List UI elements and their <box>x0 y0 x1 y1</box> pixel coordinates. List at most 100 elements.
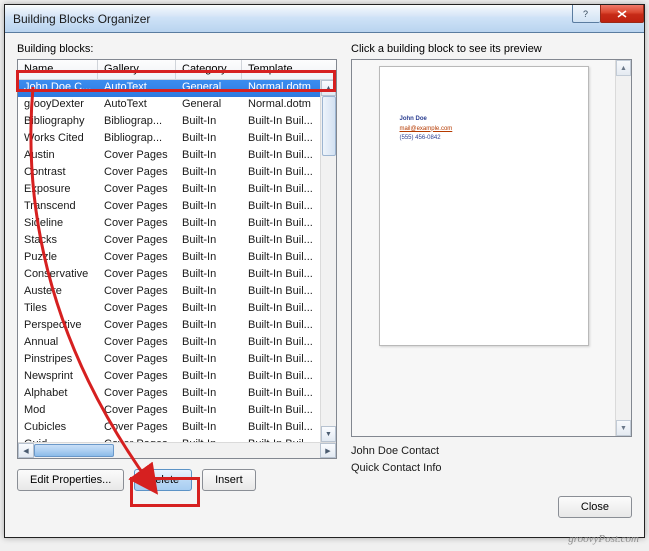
cell-template: Normal.dotm <box>242 80 320 97</box>
cell-template: Built-In Buil... <box>242 403 320 420</box>
cell-category: Built-In <box>176 352 242 369</box>
vertical-scrollbar[interactable]: ▲ ▼ <box>320 80 336 442</box>
cell-name: Transcend <box>18 199 98 216</box>
column-header-template[interactable]: Template <box>242 60 336 79</box>
insert-button[interactable]: Insert <box>202 469 256 491</box>
cell-category: Built-In <box>176 114 242 131</box>
table-row[interactable]: PerspectiveCover PagesBuilt-InBuilt-In B… <box>18 318 320 335</box>
column-header-gallery[interactable]: Gallery <box>98 60 176 79</box>
help-icon: ? <box>582 9 592 19</box>
cell-category: Built-In <box>176 165 242 182</box>
cell-name: Works Cited <box>18 131 98 148</box>
cell-gallery: Cover Pages <box>98 233 176 250</box>
table-row[interactable]: BibliographyBibliograp...Built-InBuilt-I… <box>18 114 320 131</box>
dialog-window: Building Blocks Organizer ? Building blo… <box>4 4 645 538</box>
table-row[interactable]: NewsprintCover PagesBuilt-InBuilt-In Bui… <box>18 369 320 386</box>
table-row[interactable]: CubiclesCover PagesBuilt-InBuilt-In Buil… <box>18 420 320 437</box>
table-row[interactable]: AnnualCover PagesBuilt-InBuilt-In Buil..… <box>18 335 320 352</box>
cell-name: Mod <box>18 403 98 420</box>
column-header-category[interactable]: Category <box>176 60 242 79</box>
cell-template: Built-In Buil... <box>242 369 320 386</box>
cell-template: Built-In Buil... <box>242 420 320 437</box>
cell-gallery: Cover Pages <box>98 148 176 165</box>
cell-gallery: Cover Pages <box>98 420 176 437</box>
cell-category: Built-In <box>176 420 242 437</box>
preview-info: John Doe Contact Quick Contact Info <box>351 443 632 476</box>
cell-template: Built-In Buil... <box>242 301 320 318</box>
cell-name: Stacks <box>18 233 98 250</box>
cell-gallery: Cover Pages <box>98 250 176 267</box>
table-row[interactable]: AlphabetCover PagesBuilt-InBuilt-In Buil… <box>18 386 320 403</box>
edit-properties-button[interactable]: Edit Properties... <box>17 469 124 491</box>
cell-gallery: Bibliograp... <box>98 114 176 131</box>
cell-name: Cubicles <box>18 420 98 437</box>
cell-gallery: Cover Pages <box>98 182 176 199</box>
cell-template: Built-In Buil... <box>242 386 320 403</box>
cell-category: Built-In <box>176 335 242 352</box>
cell-category: Built-In <box>176 148 242 165</box>
cell-name: Contrast <box>18 165 98 182</box>
table-row[interactable]: PuzzleCover PagesBuilt-InBuilt-In Buil..… <box>18 250 320 267</box>
preview-scroll-up[interactable]: ▲ <box>616 60 631 76</box>
watermark: groovyPost.com <box>568 533 639 545</box>
scroll-right-button[interactable]: ▶ <box>320 443 336 458</box>
cell-gallery: Cover Pages <box>98 199 176 216</box>
preview-phone-line: (555) 456-0842 <box>400 134 568 144</box>
column-header-name[interactable]: Name <box>18 60 98 79</box>
cell-name: Puzzle <box>18 250 98 267</box>
cell-name: Bibliography <box>18 114 98 131</box>
cell-template: Built-In Buil... <box>242 114 320 131</box>
cell-gallery: Cover Pages <box>98 386 176 403</box>
table-row[interactable]: SidelineCover PagesBuilt-InBuilt-In Buil… <box>18 216 320 233</box>
cell-name: Conservative <box>18 267 98 284</box>
cell-category: Built-In <box>176 301 242 318</box>
horizontal-scrollbar[interactable]: ◀ ▶ <box>18 442 336 458</box>
cell-name: grooyDexter <box>18 97 98 114</box>
table-row[interactable]: AustereCover PagesBuilt-InBuilt-In Buil.… <box>18 284 320 301</box>
table-row[interactable]: ExposureCover PagesBuilt-InBuilt-In Buil… <box>18 182 320 199</box>
close-button[interactable]: Close <box>558 496 632 518</box>
preview-name-line: John Doe <box>400 115 568 125</box>
table-row[interactable]: grooyDexterAutoTextGeneralNormal.dotm <box>18 97 320 114</box>
delete-button[interactable]: Delete <box>134 469 192 491</box>
cell-template: Built-In Buil... <box>242 267 320 284</box>
scroll-left-button[interactable]: ◀ <box>18 443 34 458</box>
preview-scrollbar[interactable]: ▲ ▼ <box>615 60 631 436</box>
table-row[interactable]: John Doe C...AutoTextGeneralNormal.dotm <box>18 80 320 97</box>
scroll-down-button[interactable]: ▼ <box>321 426 336 442</box>
window-close-button[interactable] <box>600 5 644 23</box>
table-row[interactable]: TilesCover PagesBuilt-InBuilt-In Buil... <box>18 301 320 318</box>
svg-text:?: ? <box>583 9 588 19</box>
help-button[interactable]: ? <box>572 5 600 23</box>
cell-template: Built-In Buil... <box>242 199 320 216</box>
cell-gallery: Cover Pages <box>98 352 176 369</box>
table-row[interactable]: ModCover PagesBuilt-InBuilt-In Buil... <box>18 403 320 420</box>
cell-gallery: Cover Pages <box>98 284 176 301</box>
column-header-row: Name Gallery Category Template <box>18 60 336 80</box>
cell-name: Austere <box>18 284 98 301</box>
table-row[interactable]: Works CitedBibliograp...Built-InBuilt-In… <box>18 131 320 148</box>
table-row[interactable]: TranscendCover PagesBuilt-InBuilt-In Bui… <box>18 199 320 216</box>
cell-category: General <box>176 97 242 114</box>
table-row[interactable]: StacksCover PagesBuilt-InBuilt-In Buil..… <box>18 233 320 250</box>
scroll-up-button[interactable]: ▲ <box>321 80 336 96</box>
table-row[interactable]: AustinCover PagesBuilt-InBuilt-In Buil..… <box>18 148 320 165</box>
table-row[interactable]: ConservativeCover PagesBuilt-InBuilt-In … <box>18 267 320 284</box>
table-row[interactable]: PinstripesCover PagesBuilt-InBuilt-In Bu… <box>18 352 320 369</box>
cell-name: Annual <box>18 335 98 352</box>
preview-page: John Doe mail@example.com (555) 456-0842 <box>379 66 589 346</box>
cell-gallery: Cover Pages <box>98 165 176 182</box>
cell-gallery: Cover Pages <box>98 267 176 284</box>
cell-template: Built-In Buil... <box>242 352 320 369</box>
cell-category: Built-In <box>176 403 242 420</box>
hscroll-thumb[interactable] <box>34 444 114 457</box>
scroll-thumb[interactable] <box>322 96 336 156</box>
cell-gallery: AutoText <box>98 80 176 97</box>
rows-viewport: John Doe C...AutoTextGeneralNormal.dotmg… <box>18 80 336 442</box>
cell-gallery: Cover Pages <box>98 318 176 335</box>
preview-scroll-down[interactable]: ▼ <box>616 420 631 436</box>
table-row[interactable]: ContrastCover PagesBuilt-InBuilt-In Buil… <box>18 165 320 182</box>
titlebar[interactable]: Building Blocks Organizer ? <box>5 5 644 33</box>
hscroll-track[interactable] <box>34 443 320 458</box>
cell-category: Built-In <box>176 267 242 284</box>
